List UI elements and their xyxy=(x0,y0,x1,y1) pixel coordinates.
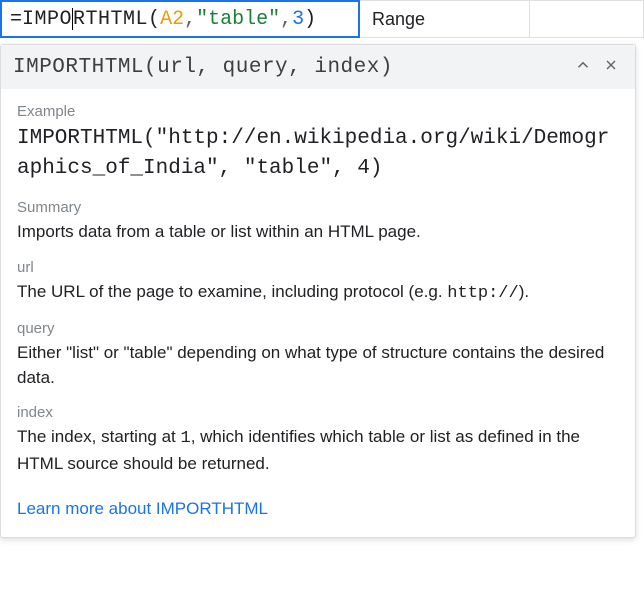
spreadsheet-row: =IMPORTHTML(A2,"table",3) Range xyxy=(0,0,644,38)
function-signature: IMPORTHTML(url, query, index) xyxy=(13,56,569,79)
formula-input-cell[interactable]: =IMPORTHTML(A2,"table",3) xyxy=(0,0,360,38)
func-name-part2: RTHTML xyxy=(73,8,148,31)
chevron-up-icon xyxy=(574,56,592,78)
adjacent-cell-text: Range xyxy=(372,9,425,30)
learn-more-link[interactable]: Learn more about IMPORTHTML xyxy=(17,499,268,519)
equals-sign: = xyxy=(10,8,22,31)
param-query-name: query xyxy=(17,320,619,337)
close-button[interactable] xyxy=(597,53,625,81)
example-label: Example xyxy=(17,103,619,120)
example-code: IMPORTHTML("http://en.wikipedia.org/wiki… xyxy=(17,124,619,185)
string-arg: "table" xyxy=(196,8,280,31)
param-url-name: url xyxy=(17,259,619,276)
number-arg: 3 xyxy=(292,8,304,31)
param-index-desc: The index, starting at 1, which identifi… xyxy=(17,425,619,476)
function-help-tooltip: IMPORTHTML(url, query, index) Example IM… xyxy=(0,44,636,538)
func-name-part1: IMPO xyxy=(22,8,72,31)
close-icon xyxy=(603,57,619,77)
cell-ref: A2 xyxy=(160,8,184,31)
adjacent-cell[interactable]: Range xyxy=(360,0,530,38)
collapse-button[interactable] xyxy=(569,53,597,81)
empty-cell[interactable] xyxy=(530,0,644,38)
param-index-name: index xyxy=(17,404,619,421)
summary-text: Imports data from a table or list within… xyxy=(17,220,619,245)
param-url-desc: The URL of the page to examine, includin… xyxy=(17,280,619,307)
param-query-desc: Either "list" or "table" depending on wh… xyxy=(17,341,619,390)
help-header: IMPORTHTML(url, query, index) xyxy=(1,45,635,89)
summary-label: Summary xyxy=(17,199,619,216)
help-body: Example IMPORTHTML("http://en.wikipedia.… xyxy=(1,89,635,537)
